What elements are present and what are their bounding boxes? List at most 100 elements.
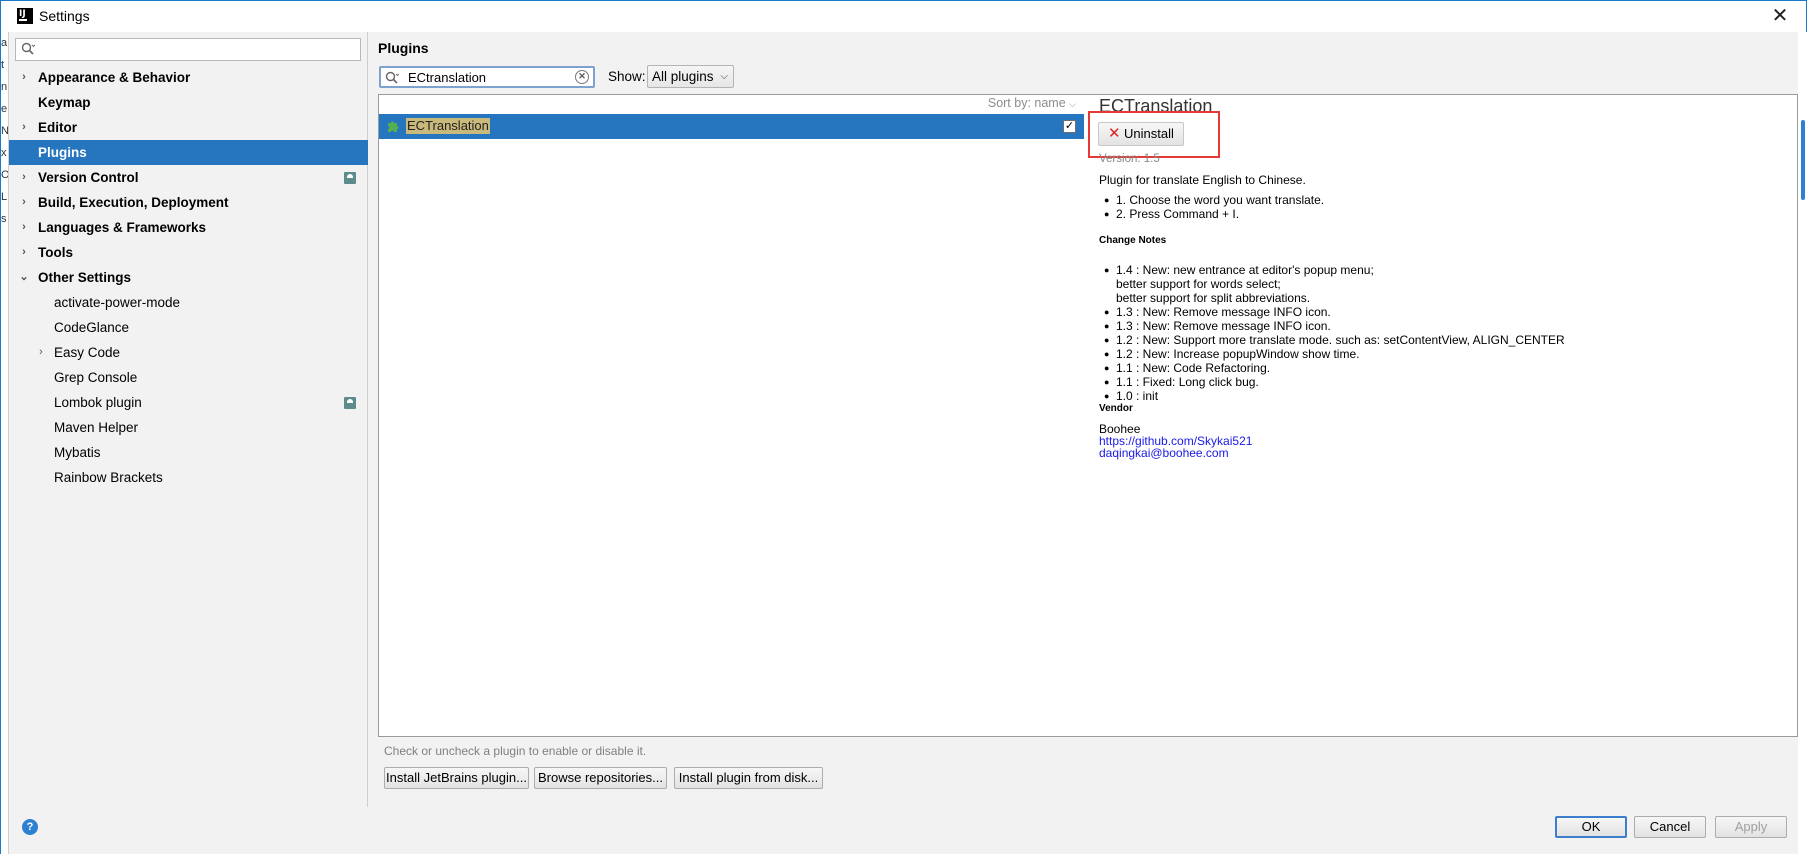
sidebar-item-label: Maven Helper (54, 420, 139, 435)
sidebar-item-keymap[interactable]: Keymap (9, 90, 368, 115)
sidebar-item-tools[interactable]: › Tools (9, 240, 368, 265)
scrollbar-thumb[interactable] (1801, 120, 1805, 200)
sidebar-item-label: Mybatis (54, 445, 101, 460)
settings-search-box[interactable] (15, 38, 361, 61)
browse-repositories-button[interactable]: Browse repositories... (534, 767, 667, 789)
clear-search-icon[interactable]: ✕ (575, 70, 589, 84)
sidebar-item-grep-console[interactable]: Grep Console (9, 365, 368, 390)
change-note-line: better support for split abbreviations. (1116, 291, 1311, 305)
plugin-hint-text: Check or uncheck a plugin to enable or d… (384, 744, 647, 758)
background-editor-text: N (1, 125, 8, 137)
change-note-item: 1.3 : New: Remove message INFO icon. (1104, 305, 1565, 319)
sort-by-dropdown[interactable]: Sort by: name ⌵ (988, 96, 1076, 110)
background-editor-text: O (1, 169, 8, 181)
vendor-email-link[interactable]: daqingkai@boohee.com (1099, 446, 1229, 460)
sidebar-item-label: Appearance & Behavior (38, 70, 191, 85)
dialog-footer (9, 807, 1798, 854)
search-icon (385, 71, 399, 84)
show-label: Show: (608, 69, 646, 84)
chevron-right-icon[interactable]: › (18, 115, 30, 140)
plugin-list: Sort by: name ⌵ ECTranslation ✓ (378, 94, 1085, 737)
plugin-version: Version: 1.5 (1099, 153, 1160, 165)
plugin-enabled-checkbox[interactable]: ✓ (1063, 120, 1076, 133)
settings-tree: › Appearance & Behavior Keymap › Editor Plugi… (9, 65, 368, 490)
uninstall-x-icon: ✕ (1108, 125, 1121, 142)
sidebar-item-editor[interactable]: › Editor (9, 115, 368, 140)
change-note-item: 1.3 : New: Remove message INFO icon. (1104, 319, 1565, 333)
vendor-heading: Vendor (1099, 403, 1133, 414)
background-editor-text: L (1, 191, 8, 203)
plugin-row-ectranslation[interactable]: ECTranslation ✓ (379, 114, 1084, 139)
page-title: Plugins (378, 40, 429, 56)
sidebar-item-easy-code[interactable]: › Easy Code (9, 340, 368, 365)
sidebar-item-appearance-behavior[interactable]: › Appearance & Behavior (9, 65, 368, 90)
cancel-button[interactable]: Cancel (1634, 816, 1706, 838)
sidebar-item-languages-frameworks[interactable]: › Languages & Frameworks (9, 215, 368, 240)
background-editor-text: t (1, 59, 5, 71)
sidebar-item-lombok-plugin[interactable]: Lombok plugin (9, 390, 368, 415)
usage-item: 2. Press Command + I. (1104, 207, 1324, 221)
settings-window: IJ Settings ✕ atneNxOLs › Appearance & Be… (0, 0, 1807, 854)
change-notes-list: 1.4 : New: new entrance at editor's popu… (1104, 263, 1565, 403)
sidebar-item-label: Editor (38, 120, 77, 135)
help-icon[interactable]: ? (22, 819, 38, 835)
ok-button[interactable]: OK (1555, 816, 1627, 838)
chevron-right-icon[interactable]: › (18, 215, 30, 240)
usage-list: 1. Choose the word you want translate.2.… (1104, 193, 1324, 221)
sidebar-item-maven-helper[interactable]: Maven Helper (9, 415, 368, 440)
apply-button[interactable]: Apply (1715, 816, 1787, 838)
plugin-description: Plugin for translate English to Chinese. (1099, 173, 1306, 187)
show-filter-value: All plugins (652, 69, 714, 84)
sidebar-item-mybatis[interactable]: Mybatis (9, 440, 368, 465)
sidebar-item-label: Lombok plugin (54, 395, 142, 410)
settings-search-input[interactable] (42, 41, 352, 58)
install-jetbrains-plugin-button[interactable]: Install JetBrains plugin... (384, 767, 529, 789)
plugin-search-field[interactable]: ECtranslation ✕ (379, 66, 595, 88)
sidebar-item-label: Keymap (38, 95, 91, 110)
plugin-puzzle-icon (388, 121, 399, 132)
sidebar-item-version-control[interactable]: › Version Control (9, 165, 368, 190)
sidebar-item-label: Easy Code (54, 345, 121, 360)
sidebar-item-other-settings[interactable]: ⌄ Other Settings (9, 265, 368, 290)
sidebar-item-activate-power-mode[interactable]: activate-power-mode (9, 290, 368, 315)
usage-item: 1. Choose the word you want translate. (1104, 193, 1324, 207)
sidebar-item-label: CodeGlance (54, 320, 130, 335)
change-note-line: 1.4 : New: new entrance at editor's popu… (1116, 263, 1374, 277)
sidebar-item-label: Tools (38, 245, 73, 260)
plugin-name: ECTranslation (406, 118, 490, 134)
plugin-search-value[interactable]: ECtranslation (408, 69, 486, 86)
title-bar: IJ Settings ✕ (1, 1, 1806, 32)
search-icon (21, 42, 35, 55)
install-plugin-from-disk-button[interactable]: Install plugin from disk... (674, 767, 823, 789)
chevron-right-icon[interactable]: › (18, 240, 30, 265)
sidebar-item-plugins[interactable]: Plugins (9, 140, 368, 165)
plugins-page: Plugins ECtranslation ✕ Show: All plugin… (368, 32, 1807, 807)
uninstall-button[interactable]: ✕ Uninstall (1098, 122, 1184, 146)
change-note-line: 1.0 : init (1116, 389, 1159, 403)
chevron-right-icon[interactable]: › (18, 190, 30, 215)
change-note-line: 1.3 : New: Remove message INFO icon. (1116, 305, 1331, 319)
chevron-down-icon: ⌵ (1069, 99, 1076, 109)
change-note-line: 1.3 : New: Remove message INFO icon. (1116, 319, 1331, 333)
chevron-down-icon[interactable]: ⌄ (18, 265, 30, 290)
background-editor-text: e (1, 103, 8, 115)
background-editor-text: a (1, 37, 8, 49)
window-title: Settings (39, 8, 90, 24)
sidebar-item-rainbow-brackets[interactable]: Rainbow Brackets (9, 465, 368, 490)
show-filter-dropdown[interactable]: All plugins ⌵ (647, 65, 734, 88)
sidebar-item-label: Other Settings (38, 270, 132, 285)
sidebar-item-build-execution-deployment[interactable]: › Build, Execution, Deployment (9, 190, 368, 215)
background-editor-text: x (1, 147, 7, 159)
change-notes-heading: Change Notes (1099, 235, 1167, 246)
sidebar-item-label: activate-power-mode (54, 295, 181, 310)
sidebar-item-label: Rainbow Brackets (54, 470, 163, 485)
chevron-right-icon[interactable]: › (18, 165, 30, 190)
chevron-right-icon[interactable]: › (35, 340, 47, 365)
sidebar-item-label: Grep Console (54, 370, 138, 385)
close-icon[interactable]: ✕ (1766, 4, 1794, 28)
uninstall-label: Uninstall (1124, 126, 1174, 141)
change-note-line: 1.2 : New: Increase popupWindow show tim… (1116, 347, 1360, 361)
sidebar-item-codeglance[interactable]: CodeGlance (9, 315, 368, 340)
chevron-right-icon[interactable]: › (18, 65, 30, 90)
change-note-item: 1.2 : New: Support more translate mode. … (1104, 333, 1565, 347)
